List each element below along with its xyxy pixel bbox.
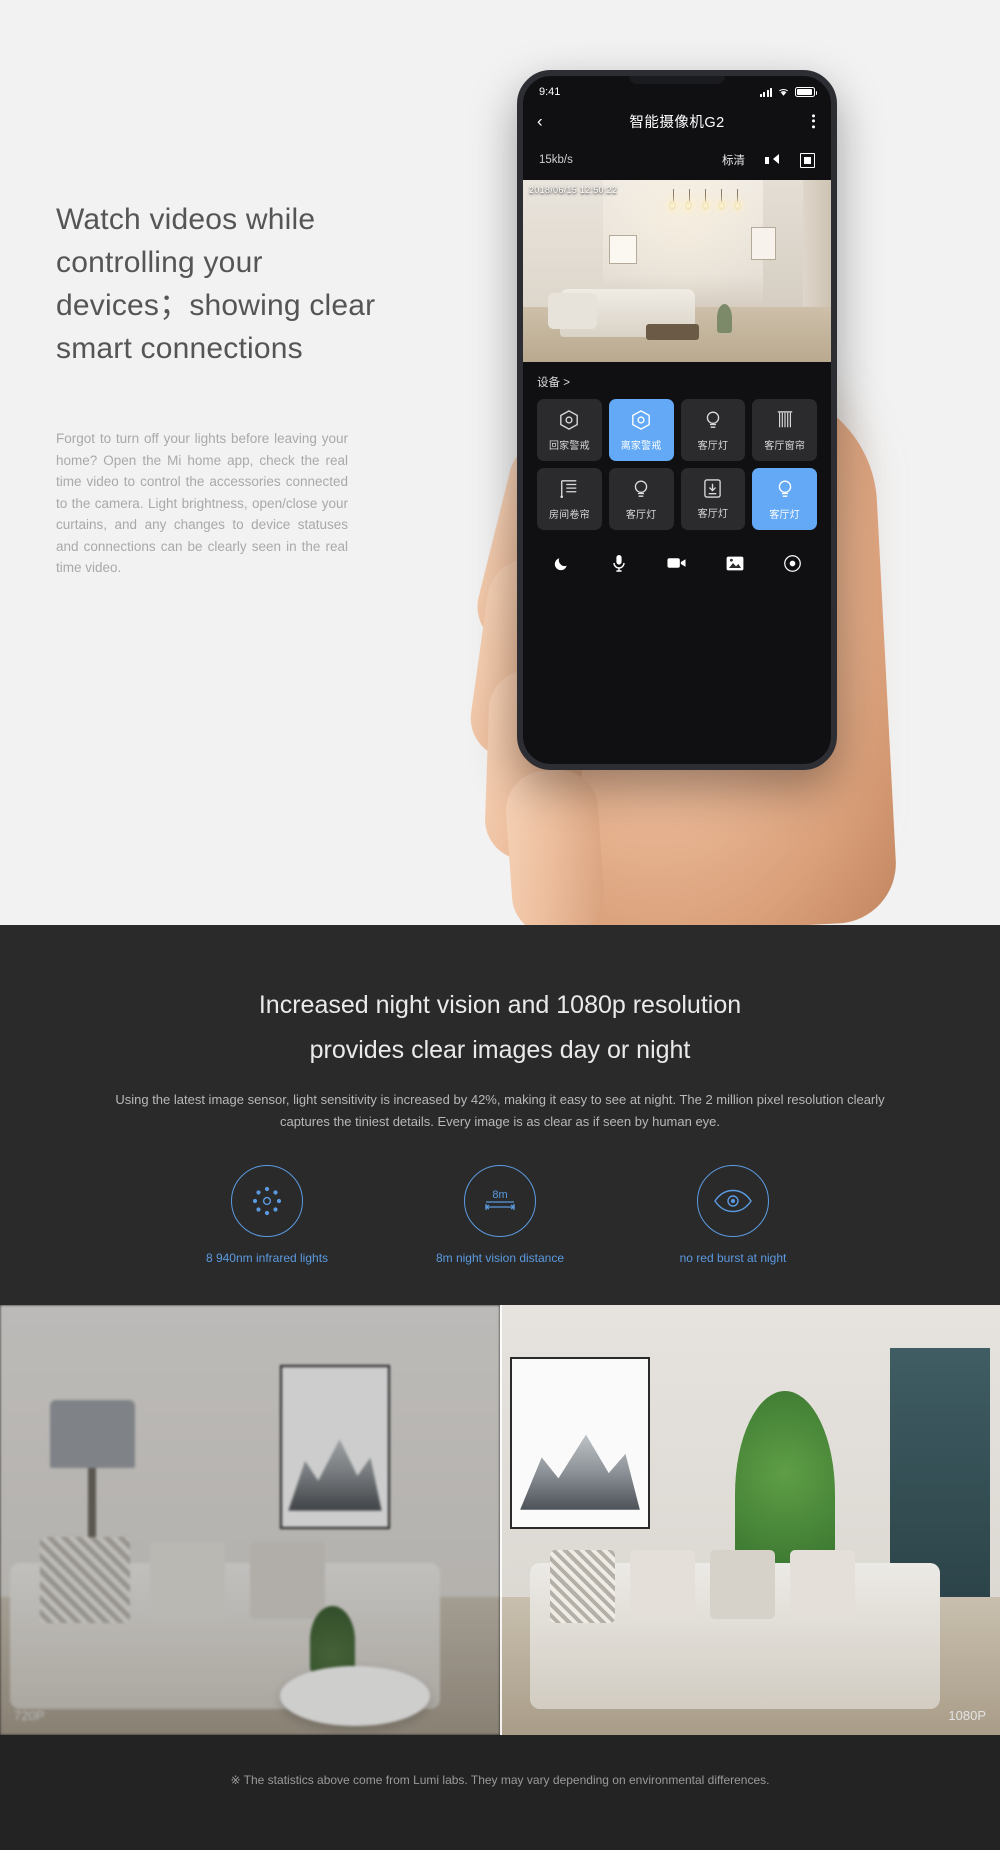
product-page: Watch videos while controlling your devi… — [0, 0, 1000, 1850]
tile-label: 离家警戒 — [620, 440, 662, 452]
phone-notch — [629, 76, 725, 84]
live-video-feed[interactable]: 2018/06/15 12:50:22 — [523, 180, 831, 362]
tile-label: 客厅灯 — [625, 509, 657, 521]
resolution-label-1080p: 1080P — [948, 1708, 986, 1723]
copy-block: Watch videos while controlling your devi… — [56, 198, 386, 579]
feature-icon-circle — [231, 1165, 303, 1237]
feature-label: no red burst at night — [679, 1251, 787, 1265]
bulb-icon — [778, 479, 791, 497]
feature-item: no red burst at night — [646, 1165, 821, 1268]
video-timestamp: 2018/06/15 12:50:22 — [529, 185, 618, 195]
tile-label: 房间卷帘 — [548, 509, 590, 521]
back-icon[interactable]: ‹ — [537, 113, 543, 130]
devices-section: 设备 > 回家警戒 离家警戒 客厅灯 客厅窗帘 房间卷帘 客厅灯 客厅灯 客厅灯 — [523, 362, 831, 536]
more-vertical-icon[interactable] — [812, 111, 815, 130]
tile-label: 客厅灯 — [697, 509, 729, 520]
stream-control-bar: 15kb/s 标清 — [523, 142, 831, 180]
shield-hex-icon — [632, 409, 650, 430]
bulb-icon — [634, 479, 648, 497]
device-tile[interactable]: 回家警戒 — [537, 399, 602, 461]
photo-icon[interactable] — [724, 552, 746, 574]
feature-item: 8m 8m night vision distance — [413, 1165, 588, 1268]
signal-icon — [759, 87, 772, 97]
section-resolution-comparison: 720P 1080P — [0, 1305, 1000, 1735]
chandelier — [665, 189, 745, 218]
speaker-icon[interactable] — [765, 153, 780, 168]
device-tile[interactable]: 客厅灯 — [680, 399, 746, 461]
bottom-action-bar — [523, 536, 831, 594]
shield-hex-icon — [560, 409, 579, 430]
section1-headline: Watch videos while controlling your devi… — [56, 203, 376, 365]
comparison-right-1080p: 1080P — [500, 1305, 1000, 1735]
section1-body: Forgot to turn off your lights before le… — [56, 431, 348, 575]
footnote-text: ※ The statistics above come from Lumi la… — [230, 1773, 770, 1787]
section2-subtitle: Using the latest image sensor, light sen… — [115, 1092, 885, 1129]
download-box-icon — [704, 479, 722, 498]
living-room-scene-right — [500, 1305, 1000, 1735]
section2-title-line1: Increased night vision and 1080p resolut… — [258, 991, 742, 1019]
curtain-icon — [777, 410, 792, 427]
device-tile[interactable]: 客厅灯 — [752, 468, 817, 530]
feature-label: 8 940nm infrared lights — [205, 1251, 329, 1265]
video-camera-icon[interactable] — [666, 552, 688, 574]
feature-list: 8 940nm infrared lights 8m 8m night visi… — [0, 1165, 1000, 1268]
feature-icon-circle: 8m — [464, 1165, 536, 1237]
battery-icon — [795, 87, 817, 97]
feature-label: 8m night vision distance — [435, 1251, 565, 1265]
wifi-icon — [779, 89, 788, 96]
feature-icon-circle — [697, 1165, 769, 1237]
section-night-vision: Increased night vision and 1080p resolut… — [0, 925, 1000, 1305]
status-indicators — [759, 87, 817, 97]
device-tile[interactable]: 离家警戒 — [608, 399, 674, 461]
room-scene — [523, 180, 831, 362]
device-tile[interactable]: 客厅窗帘 — [752, 399, 817, 461]
bulb-icon — [706, 410, 720, 428]
status-time: 9:41 — [539, 86, 561, 98]
svg-text:8m: 8m — [492, 1189, 507, 1201]
section2-title-line2: provides clear images day or night — [309, 1036, 691, 1064]
resolution-label-720p: 720P — [14, 1708, 45, 1723]
microphone-icon[interactable] — [608, 552, 630, 574]
tile-label: 回家警戒 — [548, 440, 590, 452]
comparison-left-720p: 720P — [0, 1305, 500, 1735]
hand-holding-phone: 9:41 ‹ 智能摄像机G2 15kb/s 标清 2018/06/15 12:5… — [465, 60, 945, 925]
finger-4 — [503, 766, 607, 925]
expand-icon[interactable] — [800, 152, 815, 168]
record-dot-icon[interactable] — [781, 552, 803, 574]
app-title: 智能摄像机G2 — [629, 114, 725, 131]
comparison-divider — [500, 1305, 502, 1735]
app-navbar: ‹ 智能摄像机G2 — [523, 100, 831, 142]
bitrate-label: 15kb/s — [539, 154, 573, 166]
footer: ※ The statistics above come from Lumi la… — [0, 1735, 1000, 1850]
tile-label: 客厅窗帘 — [764, 440, 806, 452]
blinds-icon — [560, 479, 577, 498]
devices-header[interactable]: 设备 > — [537, 374, 817, 390]
tile-label: 客厅灯 — [697, 440, 729, 452]
quality-selector[interactable]: 标清 — [722, 152, 745, 168]
moon-icon[interactable] — [551, 552, 573, 574]
section-app-control: Watch videos while controlling your devi… — [0, 0, 1000, 925]
tile-label: 客厅灯 — [769, 509, 800, 521]
device-tile[interactable]: 房间卷帘 — [537, 468, 602, 530]
eye-icon — [714, 1189, 752, 1213]
device-tile[interactable]: 客厅灯 — [680, 468, 746, 530]
feature-item: 8 940nm infrared lights — [180, 1165, 355, 1268]
device-tiles-grid: 回家警戒 离家警戒 客厅灯 客厅窗帘 房间卷帘 客厅灯 客厅灯 客厅灯 — [537, 399, 817, 530]
stream-controls: 标清 — [722, 152, 815, 168]
phone-device: 9:41 ‹ 智能摄像机G2 15kb/s 标清 2018/06/15 12:5… — [517, 70, 837, 770]
distance-icon: 8m — [485, 1189, 515, 1210]
living-room-scene-left — [0, 1305, 500, 1735]
device-tile[interactable]: 客厅灯 — [608, 468, 674, 530]
ir-led-ring-icon — [252, 1186, 282, 1216]
